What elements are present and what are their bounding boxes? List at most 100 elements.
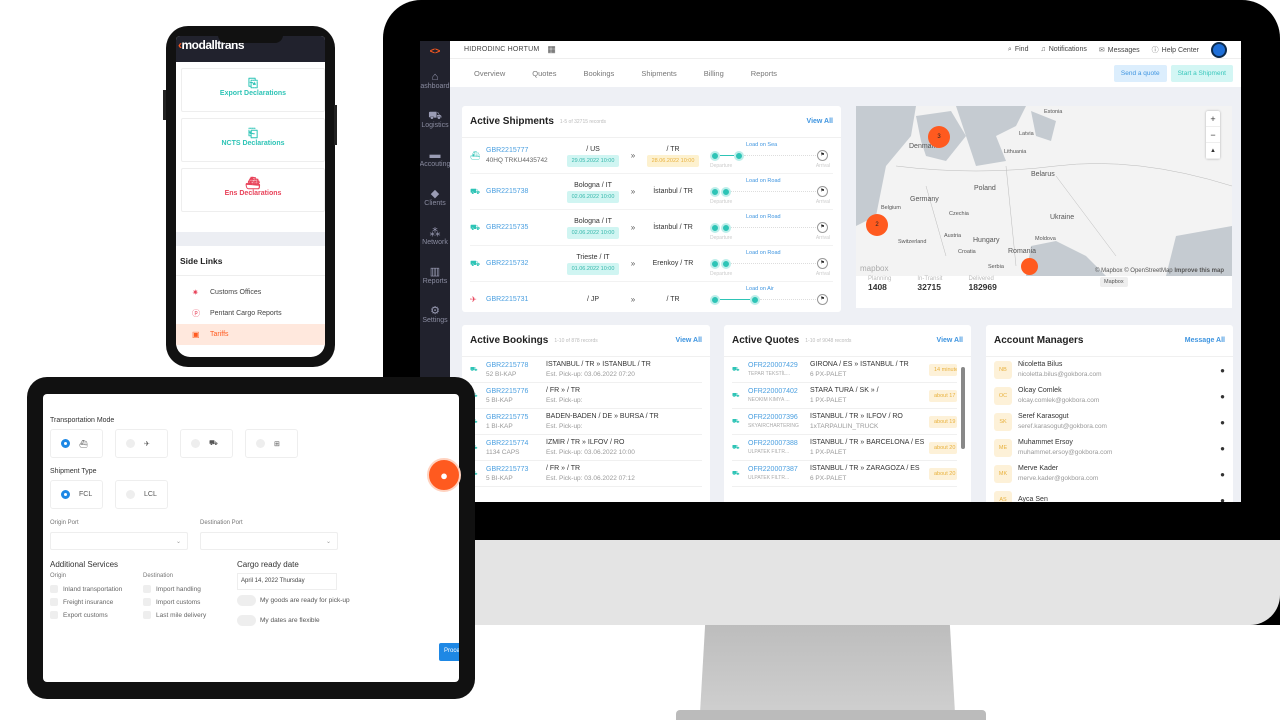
chat-icon[interactable]: ● — [1220, 496, 1225, 503]
transport-mode-option[interactable]: ⛟ — [180, 429, 233, 458]
shipment-row[interactable]: ⛟ GBR2215738 Bologna / IT 02.06.2022 10:00»… — [470, 174, 833, 210]
manager-email[interactable]: muhammet.ersoy@gokbora.com — [1018, 448, 1220, 458]
quote-row[interactable]: ⛟ OFR220007388 ULPATEK FILTR... İSTANBUL / … — [732, 435, 957, 461]
origin-port-select[interactable]: ⌄ — [50, 532, 188, 550]
chat-icon[interactable]: ● — [1220, 418, 1225, 427]
map-cluster-marker[interactable]: 2 — [866, 214, 888, 236]
messages-link[interactable]: ✉ Messages — [1099, 46, 1140, 54]
sidebar-item-accounting[interactable]: ▬ Accouting — [420, 139, 450, 178]
shipment-link[interactable]: GBR2215732 — [486, 259, 560, 269]
mapbox-logo[interactable]: mapbox — [860, 264, 888, 273]
checkbox[interactable] — [143, 585, 151, 593]
cargo-ready-date-input[interactable]: April 14, 2022 Thursday — [237, 573, 337, 590]
tab-overview[interactable]: Overview — [474, 69, 505, 78]
destination-service-checkbox[interactable]: Last mile delivery — [143, 611, 206, 619]
live-chat-button[interactable]: ● — [427, 458, 461, 492]
destination-port-select[interactable]: ⌄ — [200, 532, 338, 550]
booking-row[interactable]: ⛟ GBR2215778 52 BI-KAP İSTANBUL / TR » İSTA… — [470, 357, 702, 383]
find-link[interactable]: ⌕ Find — [1008, 46, 1029, 54]
booking-row[interactable]: ⛟GBR22157735 BI-KAP/ FR » / TREst. Pick-… — [470, 461, 702, 487]
radio-button[interactable] — [256, 439, 265, 448]
quote-row[interactable]: ⛟ OFR220007387 ULPATEK FILTR... İSTANBUL / … — [732, 461, 957, 487]
transport-mode-option[interactable]: ✈ — [115, 429, 168, 458]
message-all-link[interactable]: Message All — [1185, 337, 1225, 344]
declaration-card[interactable]: ⎘ Export Declarations — [181, 68, 325, 112]
map-marker[interactable] — [1021, 258, 1038, 275]
shipment-type-option[interactable]: FCL — [50, 480, 103, 509]
quotes-scrollbar[interactable] — [961, 367, 965, 449]
side-link[interactable]: ⓟ Pentant Cargo Reports — [176, 303, 325, 324]
compass-button[interactable]: ▲ — [1206, 143, 1220, 159]
quote-link[interactable]: OFR220007388 — [748, 439, 810, 448]
origin-service-checkbox[interactable]: Freight insurance — [50, 598, 113, 606]
tab-reports[interactable]: Reports — [751, 69, 777, 78]
manager-email[interactable]: seref.karasogut@gokbora.com — [1018, 422, 1220, 432]
app-logo[interactable]: <> — [420, 41, 450, 61]
booking-link[interactable]: GBR2215775 — [486, 413, 546, 422]
quote-row[interactable]: ⛟ OFR220007402 NEOKIM KIMYA ... STARÁ TURÁ … — [732, 383, 957, 409]
checkbox[interactable] — [143, 598, 151, 606]
checkbox[interactable] — [50, 598, 58, 606]
origin-service-checkbox[interactable]: Inland transportation — [50, 585, 122, 593]
checkbox[interactable] — [143, 611, 151, 619]
shipment-row[interactable]: ⛟ GBR2215735 Bologna / IT 02.06.2022 10:00»… — [470, 210, 833, 246]
map-cluster-marker[interactable]: 3 — [928, 126, 950, 148]
quote-link[interactable]: OFR220007387 — [748, 465, 810, 474]
chat-icon[interactable]: ● — [1220, 444, 1225, 453]
view-all-link[interactable]: View All — [937, 337, 963, 344]
shipment-link[interactable]: GBR2215777 — [486, 146, 560, 156]
declaration-card[interactable]: ⛴ Ens Declarations — [181, 168, 325, 212]
shipment-type-option[interactable]: LCL — [115, 480, 168, 509]
chat-icon[interactable]: ● — [1220, 470, 1225, 479]
radio-button[interactable] — [191, 439, 200, 448]
send-quote-button[interactable]: Send a quote — [1113, 64, 1167, 82]
goods-ready-toggle[interactable]: My goods are ready for pick-up — [237, 595, 350, 606]
destination-service-checkbox[interactable]: Import customs — [143, 598, 200, 606]
sidebar-item-logistics[interactable]: ⛟ Logistics — [420, 100, 450, 139]
quote-row[interactable]: ⛟ OFR220007429 TEPAR TEKSTİL... GIRONA / ES… — [732, 357, 957, 383]
user-avatar[interactable] — [1211, 41, 1227, 58]
manager-email[interactable]: olcay.comlek@gokbora.com — [1018, 396, 1220, 406]
quote-link[interactable]: OFR220007402 — [748, 387, 810, 396]
booking-row[interactable]: ⛟GBR22157765 BI-KAP/ FR » / TREst. Pick-… — [470, 383, 702, 409]
notifications-link[interactable]: ♫ Notifications — [1040, 46, 1086, 53]
transport-mode-option[interactable]: ⛴ — [50, 429, 103, 458]
manager-email[interactable]: nicoletta.bilus@gokbora.com — [1018, 370, 1220, 380]
proceed-button[interactable]: Proceed — [439, 643, 459, 661]
side-link[interactable]: ▣ Tariffs — [176, 324, 325, 345]
manager-email[interactable]: merve.kader@gokbora.com — [1018, 474, 1220, 484]
destination-service-checkbox[interactable]: Import handling — [143, 585, 201, 593]
quote-row[interactable]: ⛟ OFR220007396 SKYAIRCHARTERING İSTANBUL / … — [732, 409, 957, 435]
sidebar-item-network[interactable]: ⁂ Network — [420, 217, 450, 256]
sidebar-item-settings[interactable]: ⚙ Settings — [420, 295, 450, 334]
booking-link[interactable]: GBR2215773 — [486, 465, 546, 474]
company-name[interactable]: HIDRODINC HORTUM — [464, 46, 539, 53]
booking-row[interactable]: ⛟GBR22157741134 CAPSİZMİR / TR » ILFOV /… — [470, 435, 702, 461]
chat-icon[interactable]: ● — [1220, 366, 1225, 375]
chat-icon[interactable]: ● — [1220, 392, 1225, 401]
booking-row[interactable]: ⛟GBR22157751 BI-KAPBADEN-BADEN / DE » BU… — [470, 409, 702, 435]
toggle-switch[interactable] — [237, 595, 256, 606]
checkbox[interactable] — [50, 585, 58, 593]
booking-link[interactable]: GBR2215776 — [486, 387, 546, 396]
sidebar-item-clients[interactable]: ◆ Clients — [420, 178, 450, 217]
radio-button[interactable] — [126, 439, 135, 448]
shipment-row[interactable]: ⛴ GBR2215777 40HQ TRKU4435742/ US 29.05.202… — [470, 138, 833, 174]
dates-flexible-toggle[interactable]: My dates are flexible — [237, 615, 320, 626]
tab-shipments[interactable]: Shipments — [641, 69, 676, 78]
toggle-switch[interactable] — [237, 615, 256, 626]
sidebar-item-dashboard[interactable]: ⌂ ashboard — [420, 61, 450, 100]
radio-button[interactable] — [61, 439, 70, 448]
shipment-row[interactable]: ✈ GBR2215731 / JP » / TR Load on Air ⚑ — [470, 282, 833, 312]
tab-bookings[interactable]: Bookings — [583, 69, 614, 78]
declaration-card[interactable]: ⎗ NCTS Declarations — [181, 118, 325, 162]
zoom-out-button[interactable]: − — [1206, 127, 1220, 143]
transport-mode-option[interactable]: ⊞ — [245, 429, 298, 458]
view-all-link[interactable]: View All — [676, 337, 702, 344]
side-link[interactable]: ✷ Customs Offices — [176, 282, 325, 303]
booking-link[interactable]: GBR2215778 — [486, 361, 546, 370]
view-all-link[interactable]: View All — [807, 118, 833, 125]
zoom-in-button[interactable]: + — [1206, 111, 1220, 127]
shipment-link[interactable]: GBR2215731 — [486, 295, 560, 305]
shipment-link[interactable]: GBR2215738 — [486, 187, 560, 197]
